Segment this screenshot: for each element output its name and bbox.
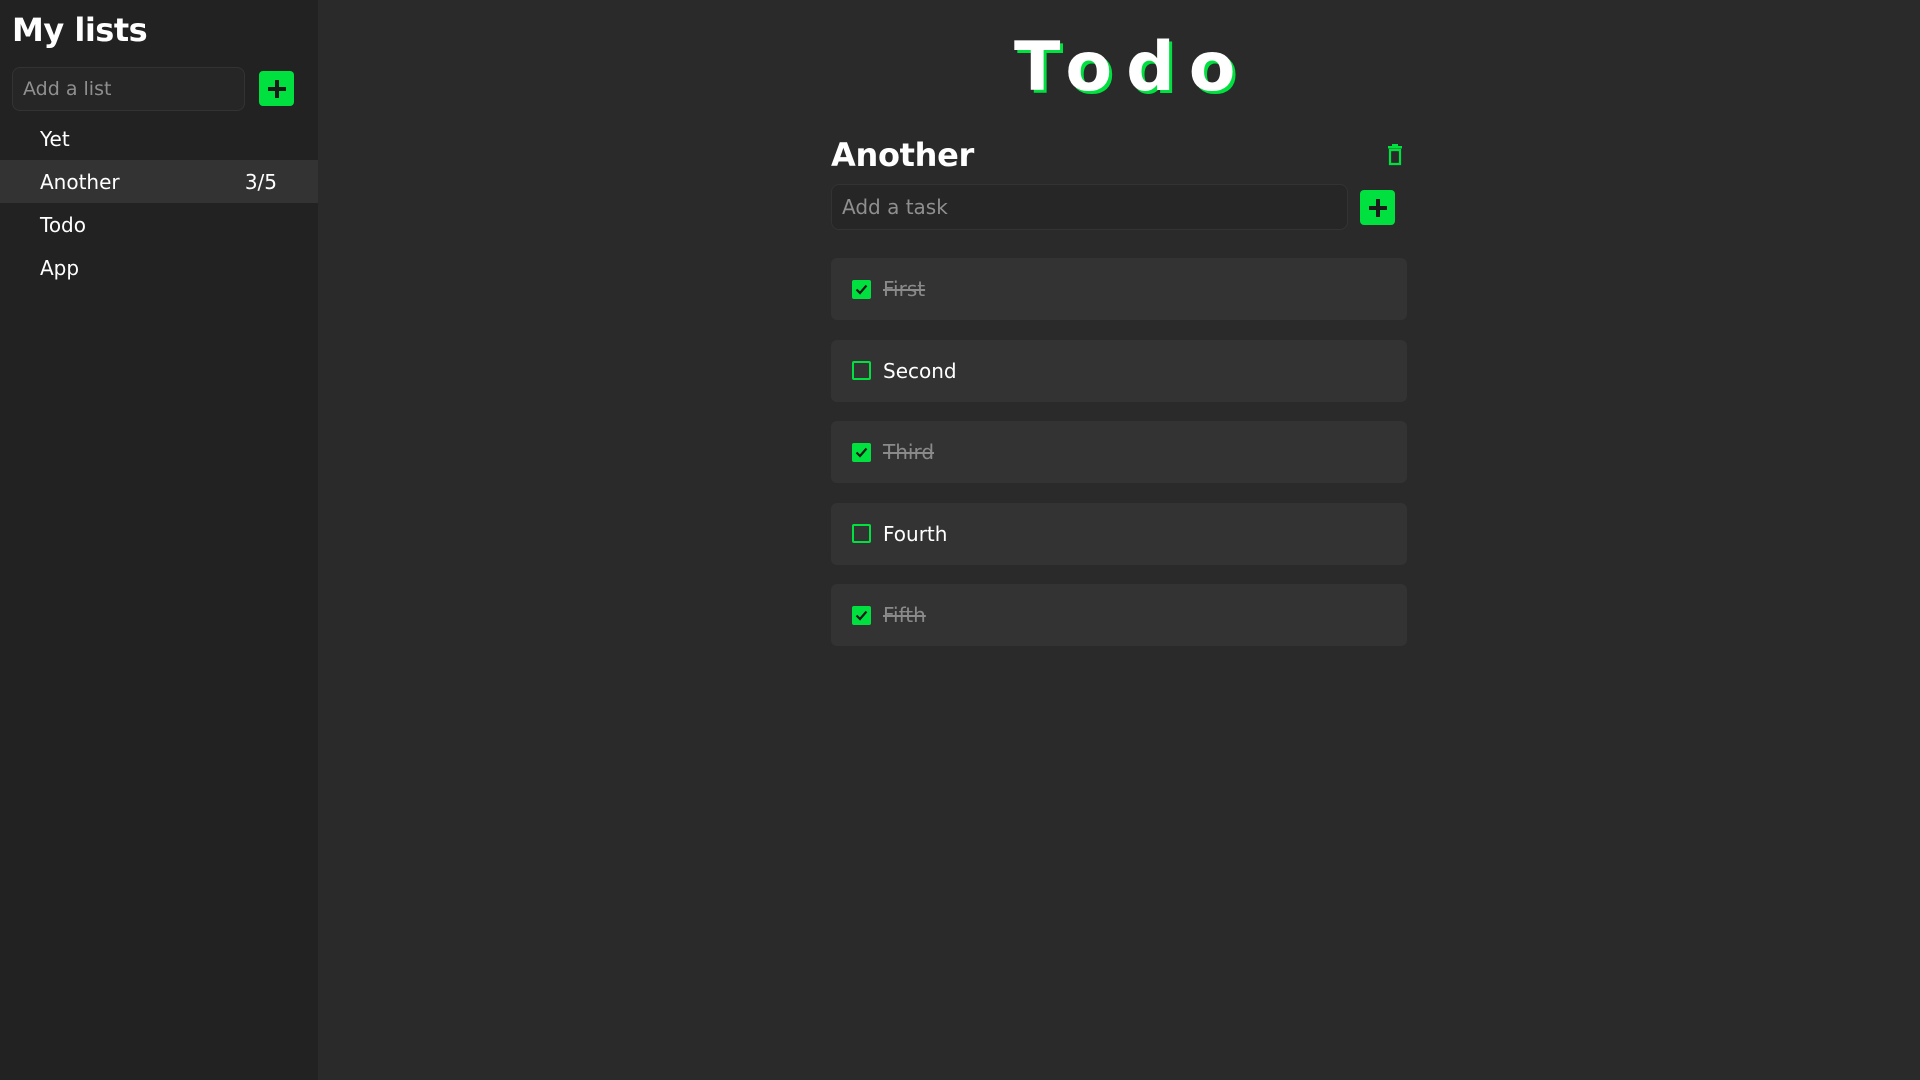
task-item: Second	[831, 339, 1407, 402]
task-label: Fourth	[883, 521, 948, 546]
sidebar-title: My lists	[12, 11, 148, 49]
sidebar-list-nav: Yet Another 3/5 Todo App	[0, 117, 318, 289]
task-item: Fourth	[831, 502, 1407, 565]
task-checkbox[interactable]	[852, 442, 871, 462]
sidebar: My lists Yet Another 3/5 Todo App	[0, 0, 318, 1080]
task-checkbox[interactable]	[852, 279, 871, 299]
task-item: Fifth	[831, 584, 1407, 646]
checkmark-icon	[855, 284, 868, 295]
task-checkbox[interactable]	[852, 605, 871, 625]
trash-icon	[1388, 144, 1402, 166]
add-task-button[interactable]	[1360, 190, 1395, 225]
add-list-input[interactable]	[12, 67, 245, 111]
sidebar-item-label: Yet	[40, 126, 70, 151]
checkmark-icon	[855, 447, 868, 458]
plus-icon	[1368, 198, 1387, 217]
task-item: First	[831, 258, 1407, 320]
plus-icon	[267, 79, 286, 98]
sidebar-item-todo[interactable]: Todo	[0, 203, 318, 246]
task-label: First	[883, 277, 926, 301]
sidebar-item-label: App	[40, 255, 80, 280]
add-list-button[interactable]	[259, 71, 294, 106]
checkmark-icon	[855, 610, 868, 621]
task-item: Third	[831, 421, 1407, 483]
sidebar-item-label: Todo	[40, 212, 86, 237]
sidebar-item-app[interactable]: App	[0, 246, 318, 289]
list-title: Another	[831, 136, 974, 174]
task-label: Fifth	[883, 603, 926, 627]
sidebar-item-yet[interactable]: Yet	[0, 117, 318, 160]
sidebar-item-count: 3/5	[244, 169, 277, 194]
delete-list-button[interactable]	[1384, 144, 1406, 168]
app-title: Todo	[1014, 28, 1250, 107]
task-checkbox[interactable]	[852, 361, 871, 380]
task-checkbox[interactable]	[852, 524, 871, 543]
sidebar-item-another[interactable]: Another 3/5	[0, 160, 318, 203]
task-label: Third	[883, 440, 935, 464]
task-list: First Second Third Fourth Fifth	[831, 258, 1407, 666]
todo-app: My lists Yet Another 3/5 Todo App	[0, 0, 1920, 1080]
task-label: Second	[883, 358, 957, 383]
sidebar-item-label: Another	[40, 169, 120, 194]
add-task-input[interactable]	[831, 184, 1348, 230]
